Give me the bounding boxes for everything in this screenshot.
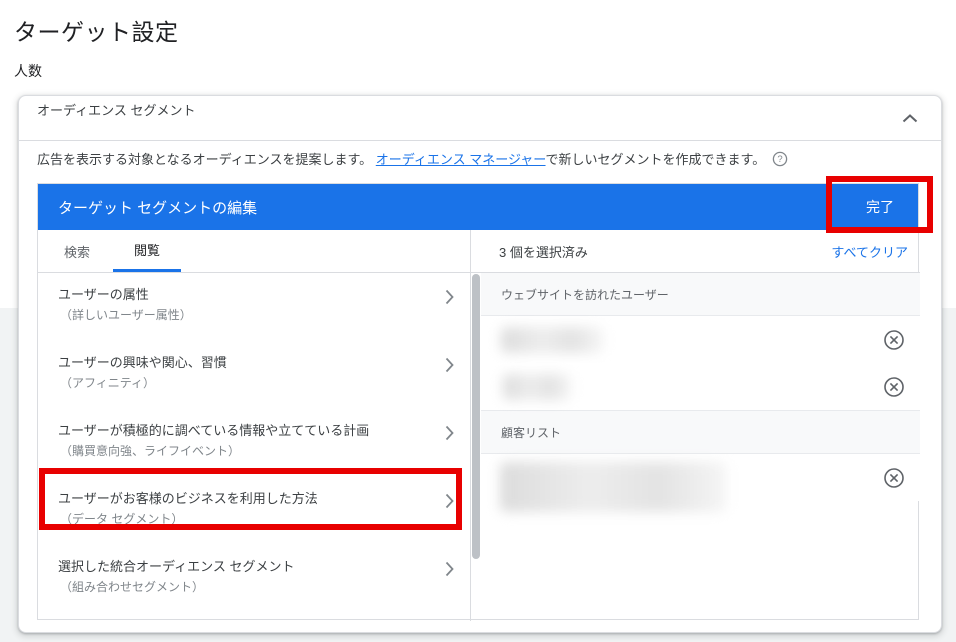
collapse-section-button[interactable] xyxy=(895,104,925,134)
description-text: 広告を表示する対象となるオーディエンスを提案します。 xyxy=(37,152,376,167)
target-settings-screen: ターゲット設定 人数 オーディエンス セグメント 広告を表示する対象となるオーデ… xyxy=(0,0,956,642)
category-label: ユーザーの興味や関心、習慣 xyxy=(58,355,227,370)
remove-segment-button[interactable] xyxy=(883,329,905,351)
category-sublabel: （アフィニティ） xyxy=(60,376,156,390)
circle-x-icon xyxy=(883,467,905,492)
chevron-right-icon xyxy=(445,561,454,582)
selected-segment-item xyxy=(481,316,920,363)
redacted-segment-name xyxy=(500,462,726,512)
chevron-right-icon xyxy=(445,357,454,378)
clear-all-link[interactable]: すべてクリア xyxy=(831,242,908,261)
category-label: 選択した統合オーディエンス セグメント xyxy=(58,559,295,574)
selected-segments-panel: 3 個を選択済み すべてクリア ウェブサイトを訪れたユーザー 顧客リスト xyxy=(471,230,920,621)
circle-x-icon xyxy=(883,329,905,354)
category-sublabel: （詳しいユーザー属性） xyxy=(60,308,192,322)
editor-title: ターゲット セグメントの編集 xyxy=(58,199,258,217)
category-sublabel: （購買意向強、ライフイベント） xyxy=(60,444,241,458)
category-label: ユーザーの属性 xyxy=(58,287,149,302)
circle-x-icon xyxy=(883,376,905,401)
segment-editor-panel: ターゲット セグメントの編集 完了 検索 閲覧 ユーザーの属性 （詳しいユーザー… xyxy=(37,183,920,621)
editor-title-bar: ターゲット セグメントの編集 完了 xyxy=(38,184,918,230)
group-header-website-visitors: ウェブサイトを訪れたユーザー xyxy=(481,273,920,316)
category-row-user-attributes[interactable]: ユーザーの属性 （詳しいユーザー属性） xyxy=(38,283,470,343)
help-icon[interactable]: ? xyxy=(772,151,788,173)
chevron-right-icon xyxy=(445,289,454,310)
category-row-combined-segments[interactable]: 選択した統合オーディエンス セグメント （組み合わせセグメント） xyxy=(38,555,470,615)
description-text-after: で新しいセグメントを作成できます。 xyxy=(545,152,766,167)
selected-segment-item xyxy=(481,454,920,512)
category-sublabel: （データ セグメント） xyxy=(60,512,184,526)
tabs-row: 検索 閲覧 xyxy=(38,230,470,273)
remove-segment-button[interactable] xyxy=(883,376,905,398)
category-list: ユーザーの属性 （詳しいユーザー属性） ユーザーの興味や関心、習慣 （アフィニテ… xyxy=(38,273,470,620)
selected-segment-item xyxy=(481,363,920,410)
chevron-right-icon xyxy=(445,493,454,514)
audience-segment-card: オーディエンス セグメント 広告を表示する対象となるオーディエンスを提案します。… xyxy=(18,95,942,633)
card-header-label: オーディエンス セグメント xyxy=(37,103,196,118)
tab-browse[interactable]: 閲覧 xyxy=(113,230,182,272)
done-button[interactable]: 完了 xyxy=(854,184,906,230)
category-label: ユーザーがお客様のビジネスを利用した方法 xyxy=(58,491,318,506)
category-row-interests-habits[interactable]: ユーザーの興味や関心、習慣 （アフィニティ） xyxy=(38,351,470,411)
redacted-segment-name xyxy=(501,327,603,353)
selection-count: 3 個を選択済み xyxy=(499,244,588,260)
category-row-data-segments[interactable]: ユーザーがお客様のビジネスを利用した方法 （データ セグメント） xyxy=(38,487,470,547)
category-row-in-market-plans[interactable]: ユーザーが積極的に調べている情報や立てている計画 （購買意向強、ライフイベント） xyxy=(38,419,470,479)
svg-text:?: ? xyxy=(778,154,783,165)
chevron-up-icon xyxy=(902,110,918,128)
section-label-audience-size: 人数 xyxy=(14,63,42,79)
chevron-right-icon xyxy=(445,425,454,446)
selection-header-row: 3 個を選択済み すべてクリア xyxy=(471,230,920,273)
description-row: 広告を表示する対象となるオーディエンスを提案します。 オーディエンス マネージャ… xyxy=(37,150,897,173)
redacted-segment-name xyxy=(503,374,571,400)
audience-manager-link[interactable]: オーディエンス マネージャー xyxy=(376,152,546,167)
category-label: ユーザーが積極的に調べている情報や立てている計画 xyxy=(58,423,370,438)
category-sublabel: （組み合わせセグメント） xyxy=(60,580,205,594)
group-header-customer-list: 顧客リスト xyxy=(481,411,920,454)
remove-segment-button[interactable] xyxy=(883,467,905,489)
header-divider xyxy=(19,140,941,141)
tab-search[interactable]: 検索 xyxy=(58,230,96,272)
page-title: ターゲット設定 xyxy=(14,19,179,45)
